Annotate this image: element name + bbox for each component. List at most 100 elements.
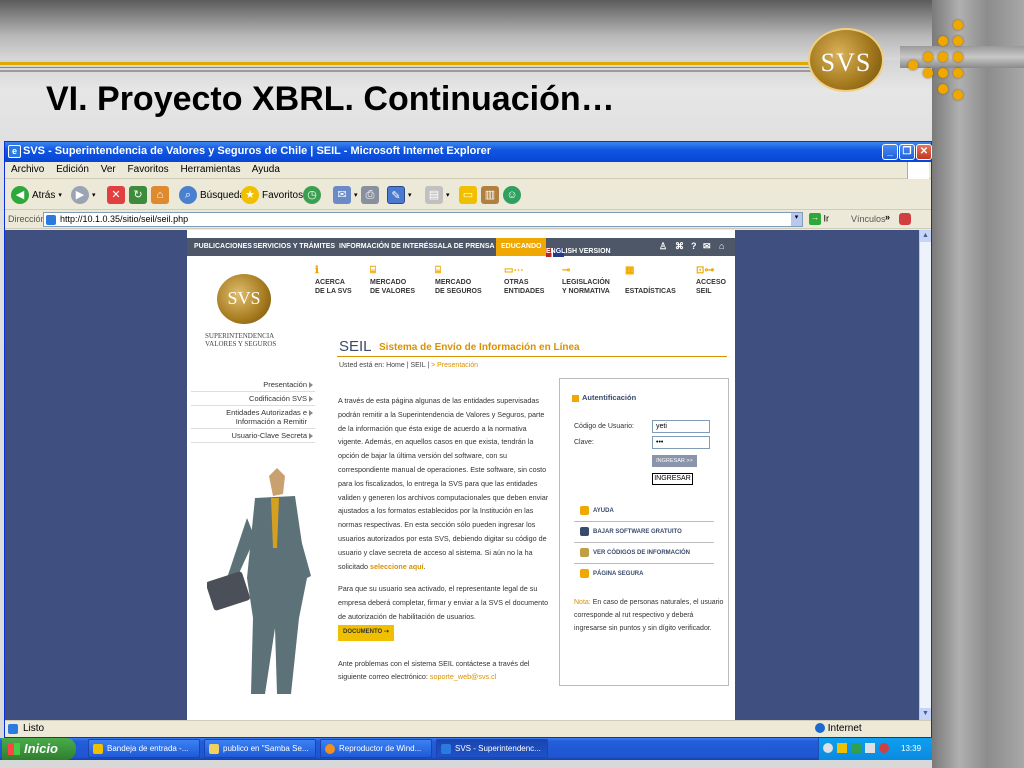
page-viewport: PUBLICACIONES SERVICIOS Y TRÁMITES INFOR… [5,230,919,720]
nav-sala-prensa[interactable]: SALA DE PRENSA [433,243,495,250]
window-titlebar[interactable]: e SVS - Superintendencia de Valores y Se… [5,142,932,162]
messenger-button[interactable]: ☺ [503,184,521,206]
sidemenu-entidades[interactable]: Entidades Autorizadas e Información a Re… [191,406,315,429]
nav-servicios[interactable]: SERVICIOS Y TRÁMITES [253,243,335,250]
task-media-player[interactable]: Reproductor de Wind... [320,739,432,758]
search-button[interactable]: ⌕ Búsqueda [179,184,245,206]
tray-icon[interactable] [851,743,861,753]
address-label: Dirección [8,214,46,224]
page-status-icon [8,724,18,734]
tray-icon[interactable] [837,743,847,753]
home-button[interactable]: ⌂ [151,184,169,206]
ver-codigos-link[interactable]: VER CÓDIGOS DE INFORMACIÓN [574,543,714,564]
mail-icon[interactable]: ✉ [703,241,711,252]
breadcrumb: Usted está en: Home | SEIL | > Presentac… [339,362,479,369]
task-samba[interactable]: publico en "Samba Se... [204,739,316,758]
favorites-button[interactable]: ★ Favoritos [241,184,303,206]
task-bandeja[interactable]: Bandeja de entrada -... [88,739,200,758]
building-icon: ⌸ [370,265,376,276]
links-label[interactable]: Vínculos [851,214,886,224]
forward-arrow-icon: ▶ [71,186,89,204]
media-player-icon [325,744,335,754]
research-button[interactable]: ▥ [481,184,499,206]
history-button[interactable]: ◷ [303,184,321,206]
history-icon: ◷ [303,186,321,204]
sidemenu-presentacion[interactable]: Presentación [191,378,315,392]
menu-favoritos[interactable]: Favoritos [128,164,169,175]
sidemenu-usuario-clave[interactable]: Usuario-Clave Secreta [191,429,315,443]
start-button[interactable]: Inicio [2,738,76,760]
sitemap-icon[interactable]: ⌘ [675,241,684,252]
sidemenu-codificacion[interactable]: Codificación SVS [191,392,315,406]
browser-window: e SVS - Superintendencia de Valores y Se… [4,141,932,738]
folder-button[interactable]: ▭ [459,184,477,206]
top-navigation: PUBLICACIONES SERVICIOS Y TRÁMITES INFOR… [187,238,735,257]
support-email-link[interactable]: soporte_web@svs.cl [430,672,496,681]
menu-herramientas[interactable]: Herramientas [180,164,240,175]
toolbar-extra-icon[interactable] [899,213,911,225]
tray-chevron-icon[interactable] [823,743,833,753]
home-icon: ⌂ [151,186,169,204]
help-icon[interactable]: ? [691,241,697,251]
page-icon [46,215,56,225]
shield-icon: ⌸ [435,265,441,276]
svs-logo[interactable]: SVS [217,274,271,324]
network-icon[interactable] [865,743,875,753]
info-icon: ℹ [315,265,319,276]
info-icon [580,548,589,557]
password-input[interactable]: ••• [652,436,710,449]
close-button[interactable]: ✕ [916,144,932,160]
discuss-button[interactable]: ▤ ▾ [425,184,450,206]
user-input[interactable]: yeti [652,420,710,433]
decor-dot [938,52,948,62]
stop-button[interactable]: ✕ [107,184,125,206]
address-dropdown[interactable]: ▾ [791,213,802,226]
menu-edicion[interactable]: Edición [56,164,89,175]
pagina-segura-link[interactable]: PÁGINA SEGURA [574,564,714,585]
menu-otras-entidades[interactable]: ▭⋯ OTRAS ENTIDADES [504,266,544,296]
task-svs-ie[interactable]: SVS - Superintendenc... [436,739,548,758]
nav-educando[interactable]: EDUCANDO [496,238,547,256]
menu-mercado-valores[interactable]: ⌸ MERCADO DE VALORES [370,266,415,296]
user-label: Código de Usuario: [574,423,634,430]
svs-slide-logo: SVS [808,28,884,92]
refresh-button[interactable]: ↻ [129,184,147,206]
menu-archivo[interactable]: Archivo [11,164,44,175]
ingresar-button[interactable]: INGRESAR >> [652,455,697,467]
nav-informacion[interactable]: INFORMACIÓN DE INTERÉS [339,243,433,250]
menu-mercado-seguros[interactable]: ⌸ MERCADO DE SEGUROS [435,266,482,296]
documento-button[interactable]: DOCUMENTO ⇢ [338,624,394,641]
minimize-button[interactable]: _ [882,144,898,160]
nav-publicaciones[interactable]: PUBLICACIONES [194,243,252,250]
book-icon: ▥ [481,186,499,204]
bajar-software-link[interactable]: BAJAR SOFTWARE GRATUITO [574,522,714,543]
ayuda-link[interactable]: AYUDA [574,501,714,522]
address-input[interactable]: http://10.1.0.35/sitio/seil/seil.php [43,212,803,227]
print-button[interactable]: ⎙ [361,184,379,206]
menu-acceso-seil[interactable]: ⊡⊶ ACCESO SEIL [696,266,726,296]
ie-icon [441,744,451,754]
menu-estadisticas[interactable]: ▦ ESTADÍSTICAS [625,266,676,296]
maximize-button[interactable]: ❐ [899,144,915,160]
user-icon[interactable]: ♙ [659,241,667,252]
menu-acerca[interactable]: ℹ ACERCA DE LA SVS [315,266,352,296]
mail-button[interactable]: ✉ ▾ [333,184,358,206]
go-button[interactable]: → Ir [809,213,829,225]
decor-dot [923,52,933,62]
edit-button[interactable]: ✎ ▾ [387,184,412,206]
zone-indicator: Internet [815,723,862,734]
menu-legislacion[interactable]: ⊸ LEGISLACIÓN Y NORMATIVA [562,266,610,296]
menu-ayuda[interactable]: Ayuda [252,164,280,175]
presentation-text: A través de esta página algunas de las e… [338,396,549,682]
forward-button[interactable]: ▶ ▾ [71,184,96,206]
back-button[interactable]: ◀ Atrás ▾ [11,184,62,206]
chart-icon: ▦ [625,265,635,276]
security-icon[interactable] [879,743,889,753]
links-chevron-icon[interactable]: » [885,212,890,222]
home-icon[interactable]: ⌂ [719,241,724,251]
seleccione-link[interactable]: seleccione aquí [370,562,424,571]
vertical-scrollbar[interactable]: ▲ ▼ [919,230,931,720]
ingresar-submit[interactable]: INGRESAR [652,473,693,485]
slide-title: VI. Proyecto XBRL. Continuación… [46,80,615,118]
menu-ver[interactable]: Ver [101,164,116,175]
